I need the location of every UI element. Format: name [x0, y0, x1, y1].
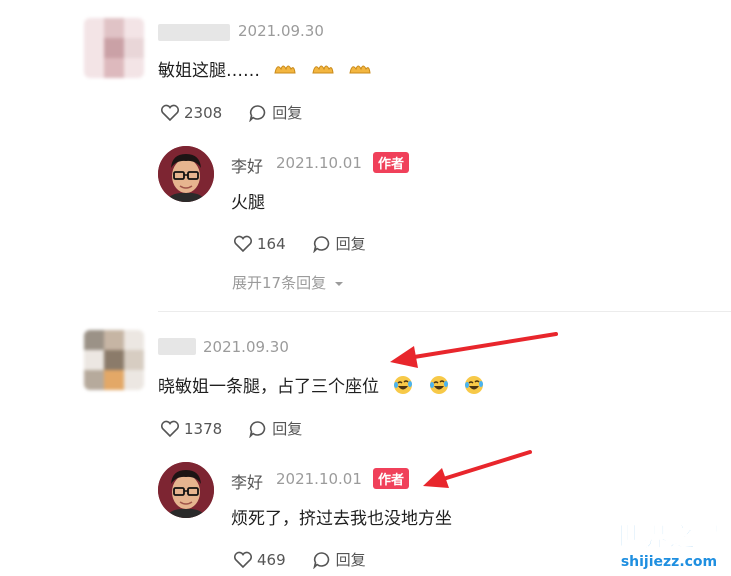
speech-bubble-icon: [249, 104, 266, 122]
annotation-arrows: [390, 332, 558, 488]
like-button[interactable]: 469: [233, 551, 286, 569]
speech-bubble-icon: [312, 235, 329, 253]
avatar[interactable]: [84, 18, 144, 78]
reply-button[interactable]: 回复: [248, 418, 302, 439]
laughing-tears-emoji-icon: [428, 374, 450, 401]
reply-button[interactable]: 回复: [312, 549, 366, 570]
expand-replies-label: 展开17条回复: [232, 274, 327, 292]
reply-button[interactable]: 回复: [248, 102, 302, 123]
heart-icon: [160, 104, 180, 121]
heart-icon: [233, 551, 253, 568]
comment-text-content: 晓敏姐一条腿，占了三个座位: [158, 377, 379, 397]
leg-emoji-icon: [348, 59, 372, 84]
username-redacted[interactable]: [158, 24, 230, 41]
arrow-icon: [390, 332, 558, 368]
like-count: 469: [257, 550, 286, 569]
author-name[interactable]: 李好: [231, 469, 263, 493]
avatar[interactable]: [84, 330, 144, 390]
leg-emoji-icon: [273, 59, 297, 84]
heart-icon: [233, 235, 253, 252]
comment-actions: 2308 回复: [160, 102, 328, 123]
comment-date: 2021.09.30: [238, 22, 324, 40]
divider: [158, 311, 731, 312]
laughing-tears-emoji-icon: [463, 374, 485, 401]
watermark-title: 世界之最: [614, 523, 723, 554]
heart-icon: [160, 420, 180, 437]
comment-text: 敏姐这腿……: [158, 56, 372, 84]
reply-label: 回复: [335, 235, 366, 253]
expand-replies-button[interactable]: 展开17条回复: [232, 272, 344, 293]
speech-bubble-icon: [312, 551, 329, 569]
author-badge: 作者: [373, 468, 410, 489]
comment-text-content: 敏姐这腿……: [158, 61, 260, 81]
reply-actions: 469 回复: [233, 549, 392, 570]
arrow-icon: [423, 450, 532, 488]
speech-bubble-icon: [249, 420, 266, 438]
author-avatar[interactable]: [158, 462, 214, 518]
comment-date: 2021.09.30: [203, 338, 289, 356]
leg-emoji-icon: [311, 59, 335, 84]
author-badge: 作者: [373, 152, 410, 173]
reply-label: 回复: [335, 551, 366, 569]
like-button[interactable]: 164: [233, 235, 286, 253]
watermark-url: shijiezz.com: [620, 554, 718, 570]
reply-label: 回复: [272, 104, 303, 122]
like-count: 1378: [184, 419, 223, 438]
caret-down-icon: [334, 282, 343, 286]
laughing-tears-emoji-icon: [392, 374, 414, 401]
author-name[interactable]: 李好: [231, 153, 263, 177]
reply-text: 火腿: [231, 193, 265, 213]
reply-date: 2021.10.01: [276, 154, 362, 172]
comment-actions: 1378 回复: [160, 418, 328, 439]
reply-actions: 164 回复: [233, 233, 392, 254]
like-count: 2308: [184, 103, 223, 122]
like-button[interactable]: 2308: [160, 104, 222, 122]
username-redacted[interactable]: [158, 338, 196, 355]
comment-text: 晓敏姐一条腿，占了三个座位: [158, 372, 485, 401]
reply-label: 回复: [272, 420, 303, 438]
like-count: 164: [257, 234, 286, 253]
reply-text: 烦死了，挤过去我也没地方坐: [231, 509, 452, 529]
reply-date: 2021.10.01: [276, 470, 362, 488]
reply-button[interactable]: 回复: [312, 233, 366, 254]
watermark: 世界之最 shijiezz.com: [614, 517, 723, 571]
author-avatar[interactable]: [158, 146, 214, 202]
like-button[interactable]: 1378: [160, 420, 222, 438]
